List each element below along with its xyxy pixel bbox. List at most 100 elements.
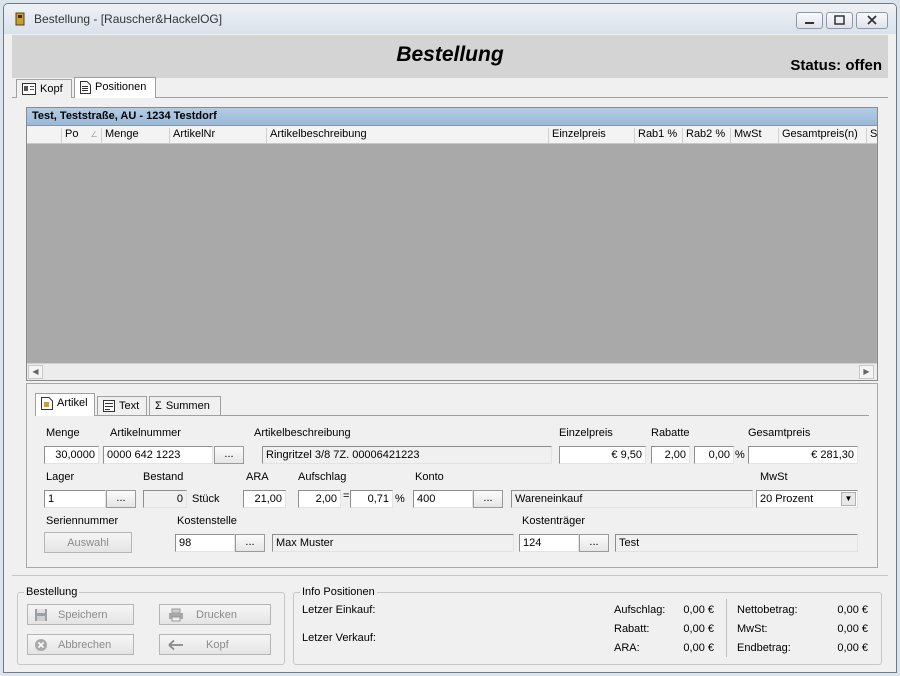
bottom-separator — [12, 575, 888, 576]
nettobetrag-label: Nettobetrag: — [737, 604, 798, 616]
artikelbeschreibung-field[interactable]: Ringritzel 3/8 7Z. 00006421223 — [262, 446, 552, 464]
kostenstelle-browse-button[interactable]: ... — [235, 534, 265, 552]
abbrechen-label: Abbrechen — [58, 638, 112, 651]
minimize-icon — [805, 22, 814, 24]
info-divider — [726, 599, 727, 657]
bestellung-group: Bestellung Speichern Drucken Abbrechen K… — [17, 586, 285, 665]
auswahl-button[interactable]: Auswahl — [44, 532, 132, 553]
kostenstelle-name-field[interactable]: Max Muster — [272, 534, 514, 552]
scroll-right-icon: ▶ — [863, 367, 870, 376]
column-header-position[interactable] — [41, 128, 61, 143]
seriennummer-label: Seriennummer — [46, 515, 119, 527]
ara-field[interactable]: 21,00 — [243, 490, 286, 508]
title-bar: Bestellung - [Rauscher&HackelOG] — [4, 4, 896, 34]
artikelbeschreibung-label: Artikelbeschreibung — [254, 427, 351, 439]
aufschlag-field[interactable]: 2,00 — [298, 490, 341, 508]
kostentraeger-browse-button[interactable]: ... — [579, 534, 609, 552]
tab-artikel[interactable]: Artikel — [35, 393, 95, 416]
save-icon — [35, 608, 47, 621]
sigma-icon: Σ — [155, 400, 162, 412]
mwst-label: MwSt — [760, 471, 788, 483]
abbrechen-button[interactable]: Abbrechen — [27, 634, 134, 655]
konto-field[interactable]: 400 — [413, 490, 473, 508]
artikelnummer-browse-button[interactable]: ... — [214, 446, 244, 464]
close-button[interactable] — [856, 12, 888, 29]
kostenstelle-label: Kostenstelle — [177, 515, 237, 527]
text-icon — [103, 400, 115, 412]
scroll-right-button[interactable]: ▶ — [859, 365, 874, 379]
speichern-label: Speichern — [58, 608, 108, 621]
app-icon — [15, 12, 25, 26]
bestellung-group-legend: Bestellung — [24, 586, 80, 598]
speichern-button[interactable]: Speichern — [27, 604, 134, 625]
konto-label: Konto — [415, 471, 444, 483]
printer-icon — [169, 608, 183, 621]
einzelpreis-label: Einzelpreis — [559, 427, 613, 439]
mwst-sum-value: 0,00 € — [837, 623, 868, 635]
konto-name-field[interactable]: Wareneinkauf — [511, 490, 753, 508]
column-header-einzelpreis[interactable]: Einzelpreis — [548, 128, 634, 143]
grid-caption: Test, Teststraße, AU - 1234 Testdorf — [27, 108, 877, 126]
column-header-mwst[interactable]: MwSt — [730, 128, 778, 143]
rabatte-label: Rabatte — [651, 427, 690, 439]
bestand-field[interactable]: 0 — [143, 490, 187, 508]
tab-text[interactable]: Text — [97, 396, 147, 415]
kostentraeger-name-field[interactable]: Test — [615, 534, 858, 552]
kostentraeger-field[interactable]: 124 — [519, 534, 579, 552]
gesamtpreis-field[interactable]: € 281,30 — [748, 446, 858, 464]
maximize-button[interactable] — [826, 12, 853, 29]
arrow-left-icon — [168, 639, 183, 650]
column-label: Po — [65, 128, 79, 140]
rabatt1-field[interactable]: 2,00 — [651, 446, 690, 464]
artikelnummer-field[interactable]: 0000 642 1223 — [103, 446, 213, 464]
lager-browse-button[interactable]: ... — [106, 490, 136, 508]
kostenstelle-field[interactable]: 98 — [175, 534, 235, 552]
cancel-icon — [35, 638, 47, 651]
bestand-label: Bestand — [143, 471, 184, 483]
scroll-left-icon: ◀ — [32, 367, 39, 376]
chevron-down-icon[interactable]: ▼ — [841, 492, 856, 506]
konto-browse-button[interactable]: ... — [473, 490, 503, 508]
letzter-einkauf-label: Letzer Einkauf: — [302, 604, 376, 616]
menge-field[interactable]: 30,0000 — [44, 446, 99, 464]
column-header-gesamtpreis[interactable]: Gesamtpreis(n) — [778, 128, 866, 143]
horizontal-scrollbar[interactable]: ◀ ▶ — [27, 363, 877, 380]
id-card-icon — [22, 83, 36, 95]
tab-positionen[interactable]: Positionen — [74, 77, 156, 98]
grid-header: Po ∠ Menge ArtikelNr Artikelbeschreibung … — [27, 126, 877, 144]
menge-label: Menge — [46, 427, 80, 439]
kopf-button[interactable]: Kopf — [159, 634, 271, 655]
column-header-menge[interactable]: Menge — [101, 128, 169, 143]
column-header-rab1[interactable]: Rab1 % — [634, 128, 682, 143]
ara-sum-label: ARA: — [614, 642, 640, 654]
rabatt2-field[interactable]: 0,00 — [694, 446, 734, 464]
einzelpreis-field[interactable]: € 9,50 — [559, 446, 646, 464]
lager-field[interactable]: 1 — [44, 490, 106, 508]
aufschlag-percent-sign: % — [395, 493, 405, 505]
aufschlag-percent-field[interactable]: 0,71 — [350, 490, 393, 508]
lager-label: Lager — [46, 471, 75, 483]
bestand-unit: Stück — [192, 493, 220, 505]
positions-grid[interactable]: Test, Teststraße, AU - 1234 Testdorf Po ∠… — [26, 107, 878, 381]
column-header-artikelbeschreibung[interactable]: Artikelbeschreibung — [266, 128, 548, 143]
endbetrag-label: Endbetrag: — [737, 642, 791, 654]
column-header-po[interactable]: Po ∠ — [61, 128, 101, 143]
minimize-button[interactable] — [796, 12, 823, 29]
close-icon — [867, 15, 877, 25]
column-header-artikelnr[interactable]: ArtikelNr — [169, 128, 266, 143]
ara-label: ARA — [246, 471, 269, 483]
tab-summen[interactable]: Σ Summen — [149, 396, 221, 415]
mwst-select[interactable]: 20 Prozent ▼ — [756, 490, 858, 508]
status-label: Status: offen — [790, 57, 882, 74]
column-header-s[interactable]: S — [866, 128, 877, 143]
tab-kopf[interactable]: Kopf — [16, 79, 72, 98]
tab-artikel-label: Artikel — [57, 397, 88, 409]
tab-kopf-label: Kopf — [40, 83, 63, 95]
drucken-button[interactable]: Drucken — [159, 604, 271, 625]
letzter-verkauf-label: Letzer Verkauf: — [302, 632, 376, 644]
scroll-left-button[interactable]: ◀ — [28, 365, 43, 379]
info-positionen-legend: Info Positionen — [300, 586, 377, 598]
column-header-rab2[interactable]: Rab2 % — [682, 128, 730, 143]
aufschlag-sum-value: 0,00 € — [683, 604, 714, 616]
rabatt-sum-value: 0,00 € — [683, 623, 714, 635]
